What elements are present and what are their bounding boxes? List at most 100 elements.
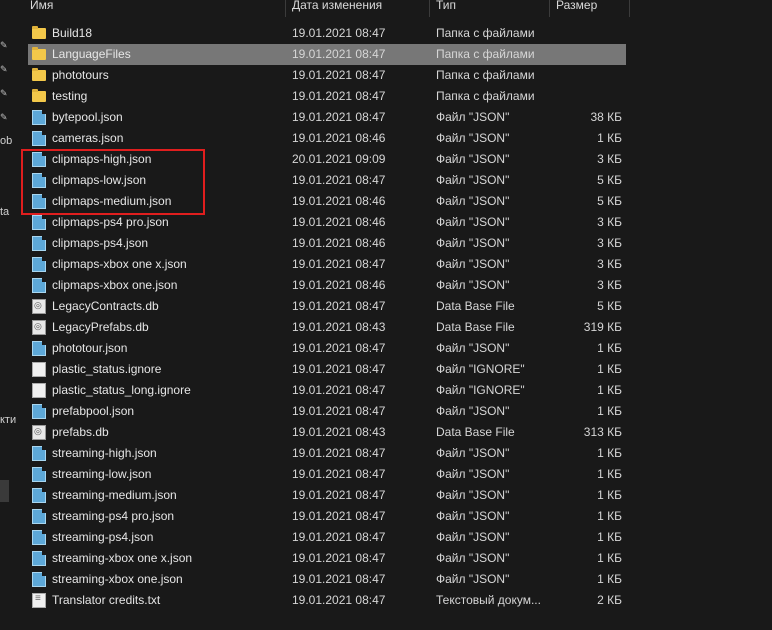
file-date-modified: 19.01.2021 08:47 (292, 383, 386, 397)
file-size: 3 КБ (597, 236, 622, 250)
file-row[interactable]: Build18 19.01.2021 08:47 Папка с файлами (28, 23, 626, 44)
file-name: phototour.json (52, 341, 128, 355)
json-file-icon (32, 446, 46, 461)
nav-item-fragment[interactable]: ta (0, 206, 9, 218)
file-size: 5 КБ (597, 194, 622, 208)
file-row[interactable]: streaming-ps4.json 19.01.2021 08:47 Файл "… (28, 527, 626, 548)
file-row[interactable]: clipmaps-xbox one x.json 19.01.2021 08:47… (28, 254, 626, 275)
json-file-icon (32, 509, 46, 524)
file-row[interactable]: plastic_status.ignore 19.01.2021 08:47 Фай… (28, 359, 626, 380)
file-date-modified: 19.01.2021 08:47 (292, 488, 386, 502)
file-row[interactable]: bytepool.json 19.01.2021 08:47 Файл "JSON"… (28, 107, 626, 128)
db-file-icon (32, 299, 46, 314)
file-type: Файл "IGNORE" (436, 383, 525, 397)
column-name-header[interactable]: Имя (24, 0, 284, 17)
file-type: Файл "JSON" (436, 509, 510, 523)
file-type: Файл "JSON" (436, 131, 510, 145)
json-file-icon (32, 236, 46, 251)
file-row[interactable]: phototours 19.01.2021 08:47 Папка с файлам… (28, 65, 626, 86)
file-size: 1 КБ (597, 341, 622, 355)
file-date-modified: 19.01.2021 08:47 (292, 110, 386, 124)
file-row[interactable]: LanguageFiles 19.01.2021 08:47 Папка с фай… (28, 44, 626, 65)
file-size: 5 КБ (597, 173, 622, 187)
file-name: plastic_status_long.ignore (52, 383, 191, 397)
file-date-modified: 19.01.2021 08:47 (292, 530, 386, 544)
file-date-modified: 19.01.2021 08:43 (292, 425, 386, 439)
highlight-box (21, 149, 205, 215)
column-size-header[interactable]: Размер (550, 0, 628, 17)
file-size: 313 КБ (583, 425, 622, 439)
file-name: LegacyPrefabs.db (52, 320, 149, 334)
file-type: Файл "JSON" (436, 257, 510, 271)
file-size: 1 КБ (597, 509, 622, 523)
column-divider[interactable] (629, 0, 630, 17)
file-type: Data Base File (436, 425, 515, 439)
file-type: Data Base File (436, 320, 515, 334)
nav-item-fragment[interactable]: ob (0, 135, 12, 147)
file-size: 3 КБ (597, 278, 622, 292)
file-date-modified: 19.01.2021 08:47 (292, 362, 386, 376)
column-type-header[interactable]: Тип (430, 0, 548, 17)
file-row[interactable]: streaming-xbox one.json 19.01.2021 08:47 Ф… (28, 569, 626, 590)
file-date-modified: 20.01.2021 09:09 (292, 152, 386, 166)
column-date-header[interactable]: Дата изменения (286, 0, 428, 17)
json-file-icon (32, 341, 46, 356)
file-type: Файл "JSON" (436, 488, 510, 502)
file-row[interactable]: phototour.json 19.01.2021 08:47 Файл "JSON… (28, 338, 626, 359)
file-type: Файл "JSON" (436, 236, 510, 250)
folder-icon (32, 68, 46, 81)
file-row[interactable]: LegacyPrefabs.db 19.01.2021 08:43 Data Bas… (28, 317, 626, 338)
json-file-icon (32, 488, 46, 503)
file-name: phototours (52, 68, 109, 82)
file-row[interactable]: streaming-medium.json 19.01.2021 08:47 Фай… (28, 485, 626, 506)
file-row[interactable]: clipmaps-ps4.json 19.01.2021 08:46 Файл "J… (28, 233, 626, 254)
file-row[interactable]: prefabs.db 19.01.2021 08:43 Data Base File… (28, 422, 626, 443)
file-type: Файл "JSON" (436, 446, 510, 460)
folder-icon (32, 26, 46, 39)
nav-selected-item[interactable] (0, 480, 9, 502)
file-name: streaming-high.json (52, 446, 157, 460)
file-row[interactable]: streaming-high.json 19.01.2021 08:47 Файл … (28, 443, 626, 464)
file-date-modified: 19.01.2021 08:47 (292, 173, 386, 187)
file-name: LanguageFiles (52, 47, 131, 61)
file-name: streaming-xbox one x.json (52, 551, 193, 565)
file-type: Папка с файлами (436, 47, 535, 61)
file-date-modified: 19.01.2021 08:46 (292, 194, 386, 208)
folder-icon (32, 47, 46, 60)
file-row[interactable]: clipmaps-ps4 pro.json 19.01.2021 08:46 Фай… (28, 212, 626, 233)
file-date-modified: 19.01.2021 08:47 (292, 467, 386, 481)
nav-item-fragment[interactable]: кти (0, 414, 16, 426)
file-type: Папка с файлами (436, 68, 535, 82)
file-row[interactable]: Translator credits.txt 19.01.2021 08:47 Те… (28, 590, 626, 611)
pin-icon[interactable]: ✎ (0, 112, 10, 122)
file-row[interactable]: testing 19.01.2021 08:47 Папка с файлами (28, 86, 626, 107)
file-name: streaming-ps4.json (52, 530, 154, 544)
file-size: 3 КБ (597, 215, 622, 229)
file-name: streaming-medium.json (52, 488, 177, 502)
file-size: 1 КБ (597, 131, 622, 145)
pin-icon[interactable]: ✎ (0, 88, 10, 98)
file-row[interactable]: streaming-low.json 19.01.2021 08:47 Файл "… (28, 464, 626, 485)
file-row[interactable]: plastic_status_long.ignore 19.01.2021 08:… (28, 380, 626, 401)
json-file-icon (32, 572, 46, 587)
file-size: 3 КБ (597, 152, 622, 166)
file-type: Папка с файлами (436, 26, 535, 40)
file-row[interactable]: cameras.json 19.01.2021 08:46 Файл "JSON" 1… (28, 128, 626, 149)
file-name: bytepool.json (52, 110, 123, 124)
file-row[interactable]: prefabpool.json 19.01.2021 08:47 Файл "JSO… (28, 401, 626, 422)
json-file-icon (32, 530, 46, 545)
file-date-modified: 19.01.2021 08:46 (292, 131, 386, 145)
file-row[interactable]: clipmaps-xbox one.json 19.01.2021 08:46 Фа… (28, 275, 626, 296)
file-type: Файл "IGNORE" (436, 362, 525, 376)
file-date-modified: 19.01.2021 08:47 (292, 257, 386, 271)
file-type: Файл "JSON" (436, 467, 510, 481)
file-row[interactable]: streaming-ps4 pro.json 19.01.2021 08:47 Фа… (28, 506, 626, 527)
file-name: streaming-xbox one.json (52, 572, 183, 586)
file-size: 1 КБ (597, 446, 622, 460)
file-row[interactable]: LegacyContracts.db 19.01.2021 08:47 Data B… (28, 296, 626, 317)
pin-icon[interactable]: ✎ (0, 64, 10, 74)
pin-icon[interactable]: ✎ (0, 40, 10, 50)
file-row[interactable]: streaming-xbox one x.json 19.01.2021 08:4… (28, 548, 626, 569)
file-size: 5 КБ (597, 299, 622, 313)
file-date-modified: 19.01.2021 08:47 (292, 89, 386, 103)
